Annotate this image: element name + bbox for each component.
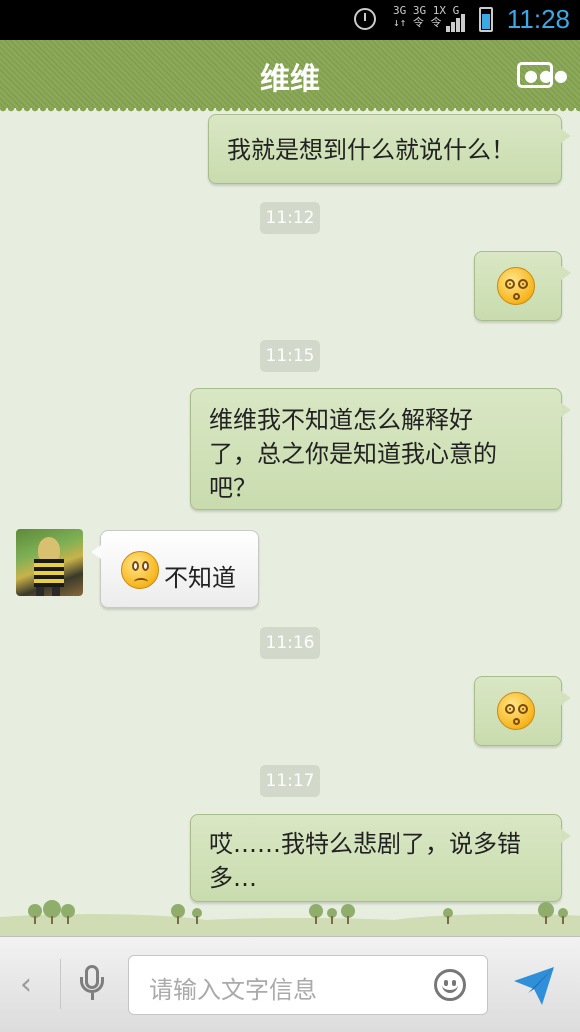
message-outgoing[interactable]: 维维我不知道怎么解释好 了，总之你是知道我心意的 吧？	[190, 388, 571, 510]
more-dots-icon: ●●●	[524, 66, 569, 85]
timestamp: 11:12	[260, 202, 320, 234]
timestamp: 11:17	[260, 765, 320, 797]
chat-header: 维维 ●●●	[0, 40, 580, 114]
input-bar: ‹ 请输入文字信息	[0, 936, 580, 1032]
puzzled-face-emoji	[121, 551, 159, 589]
message-list[interactable]: 我就是想到什么就说什么！ 11:12 11:15 维维我不知道怎么解释好 了，总…	[0, 114, 580, 936]
message-text-line: 维维我不知道怎么解释好	[209, 406, 473, 434]
message-input[interactable]: 请输入文字信息	[128, 955, 488, 1015]
timestamp: 11:15	[260, 340, 320, 372]
message-text-line: 吧？	[209, 474, 257, 502]
contact-name: 维维	[260, 62, 320, 97]
message-outgoing-emoji[interactable]	[474, 251, 571, 321]
contact-avatar[interactable]	[16, 529, 83, 596]
battery-icon	[479, 7, 493, 32]
dizzy-face-emoji	[497, 267, 535, 305]
message-outgoing-emoji[interactable]	[474, 676, 571, 746]
dizzy-face-emoji	[497, 692, 535, 730]
send-arrow-icon[interactable]	[510, 961, 558, 1009]
message-text-line: 哎……我特么悲剧了，说多错	[209, 830, 521, 858]
smiley-icon[interactable]	[434, 969, 466, 1001]
message-text: 我就是想到什么就说什么！	[227, 136, 515, 164]
timestamp: 11:16	[260, 627, 320, 659]
alarm-icon	[354, 8, 376, 30]
status-time: 11:28	[506, 4, 570, 34]
message-incoming[interactable]: 不知道	[91, 530, 259, 608]
background-scenery	[0, 882, 580, 936]
message-outgoing[interactable]: 我就是想到什么就说什么！	[208, 114, 571, 184]
input-placeholder: 请输入文字信息	[149, 976, 317, 1004]
more-options-button[interactable]: ●●●	[517, 62, 568, 88]
message-text-line: 了，总之你是知道我心意的	[209, 440, 497, 468]
back-chevron-icon[interactable]: ‹	[20, 967, 32, 1002]
divider	[60, 959, 61, 1009]
status-bar: 3G 3G 1X G ↓↑ 令 令 11:28	[0, 0, 580, 40]
microphone-icon[interactable]	[78, 965, 108, 1005]
message-text: 不知道	[164, 564, 236, 592]
